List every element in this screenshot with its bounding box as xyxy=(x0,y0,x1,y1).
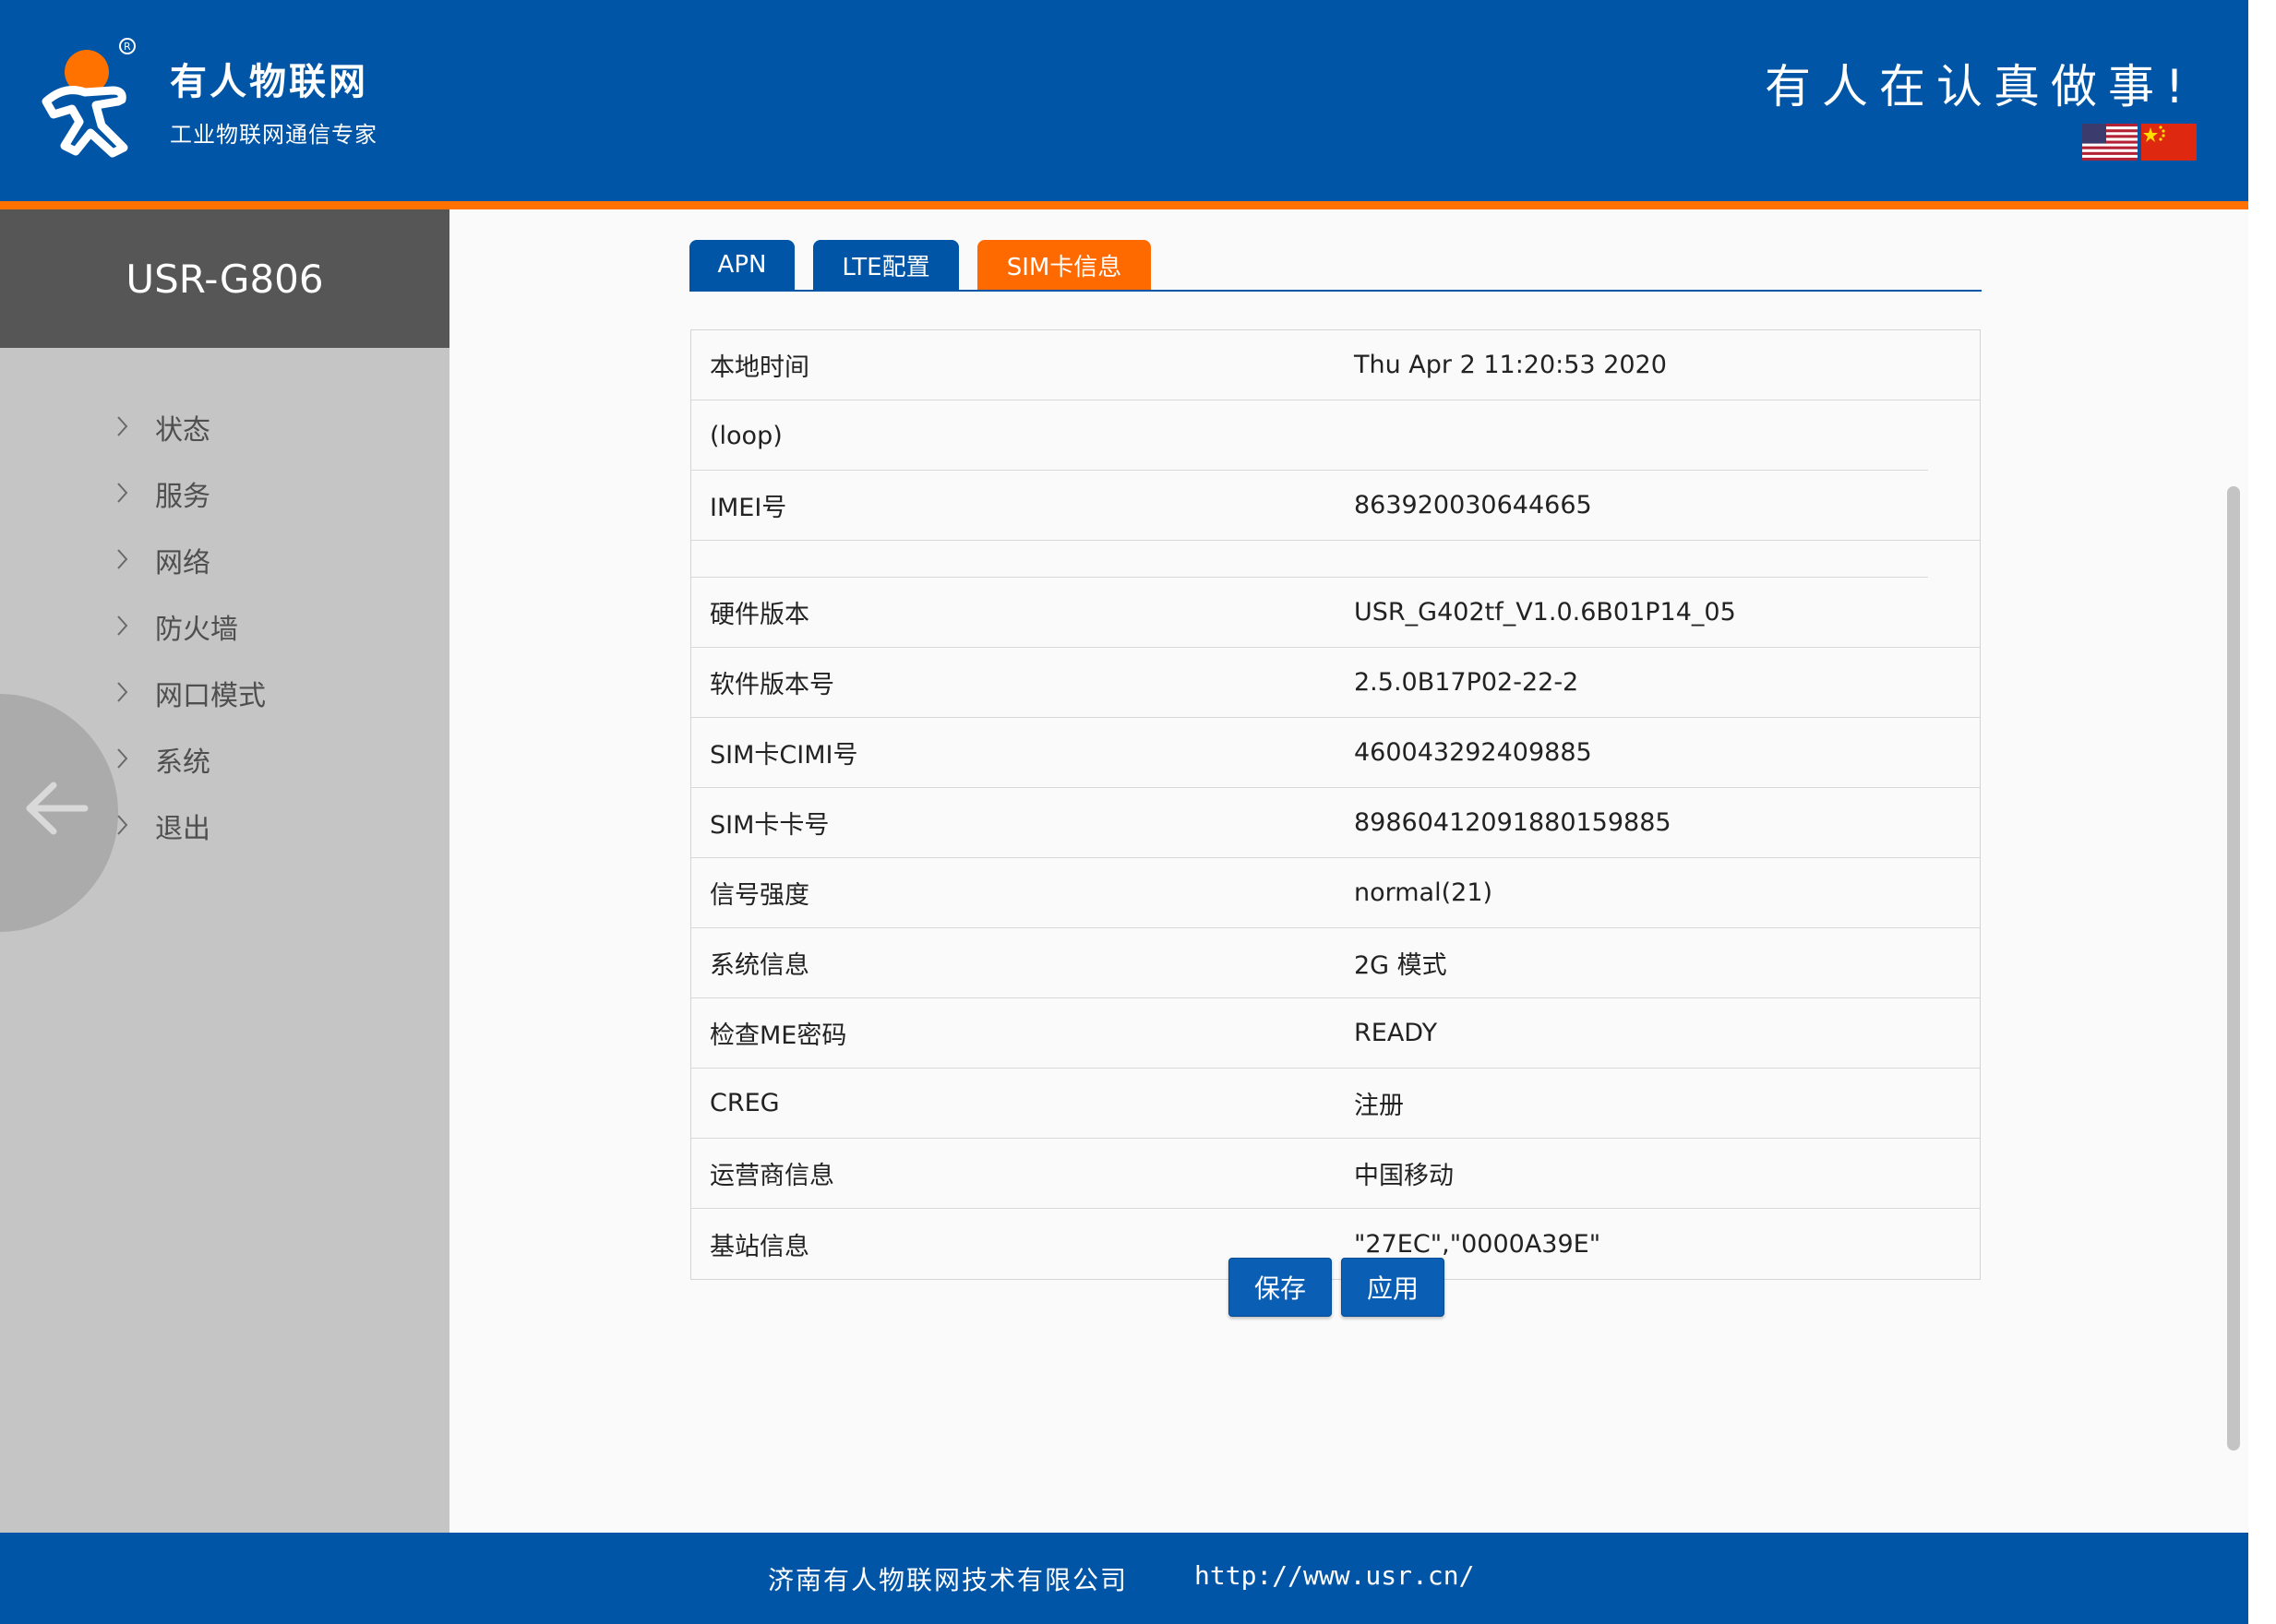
sidebar-item-label: 防火墙 xyxy=(155,614,238,646)
row-label: 软件版本号 xyxy=(710,671,834,699)
row-label: 运营商信息 xyxy=(710,1162,834,1190)
usr-logo-icon: R xyxy=(42,38,136,158)
table-row: 系统信息 2G 模式 xyxy=(691,928,1980,998)
row-value: READY xyxy=(1354,1019,1438,1047)
chevron-right-icon xyxy=(117,815,128,835)
chevron-right-icon xyxy=(117,416,128,436)
chevron-right-icon xyxy=(117,549,128,569)
row-label: 硬件版本 xyxy=(710,601,809,629)
sidebar-item-label: 系统 xyxy=(155,746,210,779)
scrollbar[interactable] xyxy=(2227,486,2240,1451)
row-value: 863920030644665 xyxy=(1354,491,1592,519)
tab-lte-config[interactable]: LTE配置 xyxy=(813,240,959,290)
row-label: CREG xyxy=(710,1089,780,1117)
brand-tagline: 工业物联网通信专家 xyxy=(170,122,377,148)
window-edge xyxy=(2248,0,2276,1624)
model-box: USR-G806 xyxy=(0,209,449,348)
table-row: 硬件版本 USR_G402tf_V1.0.6B01P14_05 xyxy=(691,578,1980,648)
chevron-right-icon xyxy=(117,483,128,503)
row-label: IMEI号 xyxy=(710,494,787,522)
footer-url-link[interactable]: http://www.usr.cn/ xyxy=(1194,1560,1474,1591)
row-label: 信号强度 xyxy=(710,881,809,910)
device-model: USR-G806 xyxy=(126,256,324,302)
brand-name: 有人物联网 xyxy=(170,61,368,103)
sidebar-item-label: 服务 xyxy=(155,481,210,513)
table-row: 软件版本号 2.5.0B17P02-22-2 xyxy=(691,648,1980,718)
sidebar-item-label: 网络 xyxy=(155,547,210,579)
header-bar: R 有人物联网 工业物联网通信专家 有人在认真做事! xyxy=(0,0,2248,201)
china-flag-icon[interactable] xyxy=(2141,124,2197,161)
row-label: (loop) xyxy=(710,421,783,450)
us-flag-icon[interactable] xyxy=(2082,124,2138,161)
sim-info-table: 本地时间 Thu Apr 2 11:20:53 2020 (loop) IMEI… xyxy=(690,329,1981,1280)
slogan: 有人在认真做事! xyxy=(1764,60,2195,113)
table-row: IMEI号 863920030644665 xyxy=(691,471,1980,541)
router-admin-page: R 有人物联网 工业物联网通信专家 有人在认真做事! USR-G806 状态 服… xyxy=(0,0,2276,1624)
row-label: 系统信息 xyxy=(710,951,809,980)
tab-apn[interactable]: APN xyxy=(689,240,795,290)
footer-company: 济南有人物联网技术有限公司 xyxy=(768,1565,1129,1595)
row-label: 本地时间 xyxy=(710,353,809,382)
sidebar-item-label: 退出 xyxy=(155,813,210,845)
footer-bar: 济南有人物联网技术有限公司 http://www.usr.cn/ xyxy=(0,1533,2248,1624)
table-row: SIM卡CIMI号 460043292409885 xyxy=(691,718,1980,788)
table-row: (loop) xyxy=(691,400,1980,471)
chevron-right-icon xyxy=(117,682,128,702)
svg-text:R: R xyxy=(124,41,131,53)
table-row: 本地时间 Thu Apr 2 11:20:53 2020 xyxy=(691,330,1980,400)
table-row xyxy=(691,541,1980,578)
row-label: 基站信息 xyxy=(710,1232,809,1261)
tab-sim-info[interactable]: SIM卡信息 xyxy=(977,240,1151,290)
row-label: SIM卡CIMI号 xyxy=(710,741,858,770)
table-row: CREG 注册 xyxy=(691,1069,1980,1139)
row-value: USR_G402tf_V1.0.6B01P14_05 xyxy=(1354,598,1736,627)
sidebar-item-services[interactable]: 服务 xyxy=(0,460,449,527)
row-label: SIM卡卡号 xyxy=(710,811,830,840)
chevron-right-icon xyxy=(117,748,128,769)
sidebar-item-label: 状态 xyxy=(155,414,210,447)
row-value: 460043292409885 xyxy=(1354,738,1592,767)
row-value: 中国移动 xyxy=(1354,1162,1454,1190)
arrow-left-icon xyxy=(26,782,89,835)
table-row: 运营商信息 中国移动 xyxy=(691,1139,1980,1209)
row-label: 检查ME密码 xyxy=(710,1021,847,1050)
sidebar-item-status[interactable]: 状态 xyxy=(0,394,449,460)
main-content: APN LTE配置 SIM卡信息 本地时间 Thu Apr 2 11:20:53… xyxy=(449,209,2248,1533)
table-row: 基站信息 "27EC","0000A39E" xyxy=(691,1209,1980,1279)
apply-button[interactable]: 应用 xyxy=(1341,1258,1444,1317)
tab-bar: APN LTE配置 SIM卡信息 xyxy=(689,240,1982,292)
row-value: 2.5.0B17P02-22-2 xyxy=(1354,668,1579,697)
sidebar-item-firewall[interactable]: 防火墙 xyxy=(0,593,449,660)
table-row: 信号强度 normal(21) xyxy=(691,858,1980,928)
sidebar-item-label: 网口模式 xyxy=(155,680,266,712)
row-value: 2G 模式 xyxy=(1354,951,1447,980)
row-value: "27EC","0000A39E" xyxy=(1354,1229,1601,1259)
language-switcher xyxy=(2082,124,2197,161)
save-button[interactable]: 保存 xyxy=(1228,1258,1332,1317)
row-value: normal(21) xyxy=(1354,878,1493,907)
row-value: 89860412091880159885 xyxy=(1354,808,1671,837)
row-value: Thu Apr 2 11:20:53 2020 xyxy=(1354,351,1667,379)
sidebar-item-network[interactable]: 网络 xyxy=(0,527,449,593)
header-accent-stripe xyxy=(0,201,2248,209)
sidebar: USR-G806 状态 服务 网络 防火墙 网口模式 系统 退出 xyxy=(0,209,449,1533)
chevron-right-icon xyxy=(117,615,128,636)
row-value: 注册 xyxy=(1354,1092,1404,1120)
table-row: SIM卡卡号 89860412091880159885 xyxy=(691,788,1980,858)
table-row: 检查ME密码 READY xyxy=(691,998,1980,1069)
